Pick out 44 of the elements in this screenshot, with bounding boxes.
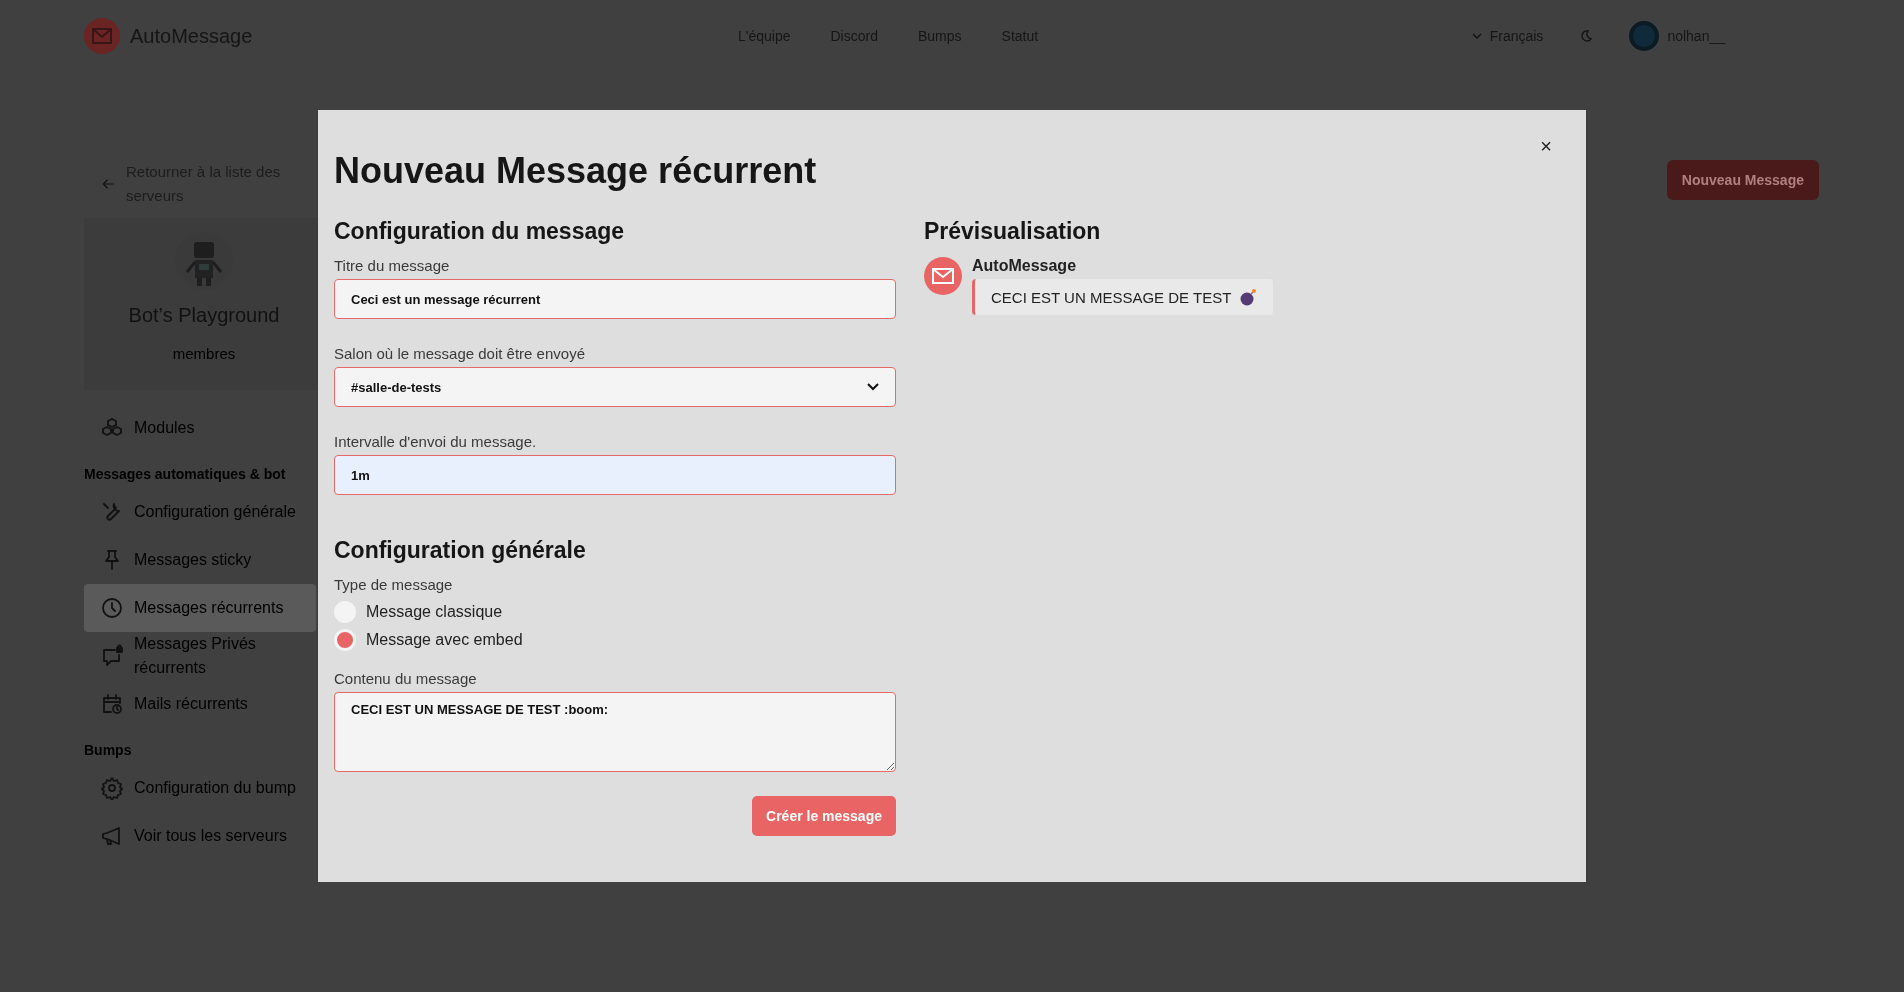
user-avatar: [1629, 21, 1660, 51]
chat-lock-icon: [100, 644, 124, 668]
input-field[interactable]: Ceci est un message récurrent: [334, 279, 896, 319]
sidebar-item[interactable]: Configuration du bump: [84, 764, 316, 812]
gear-icon: [100, 776, 124, 800]
bomb-icon: [1239, 288, 1258, 306]
create-message-button[interactable]: Créer le message: [752, 796, 896, 836]
chevron-down-icon: [1471, 33, 1482, 39]
select-field[interactable]: #salle-de-tests: [334, 367, 896, 407]
embed-text: CECI EST UN MESSAGE DE TEST: [991, 288, 1232, 306]
sidebar-item[interactable]: Messages sticky: [84, 536, 316, 584]
section-heading: Configuration du message: [334, 218, 626, 245]
envelope-avatar-icon: [924, 257, 962, 295]
moon-icon[interactable]: [1579, 29, 1594, 43]
input-field[interactable]: 1m: [334, 455, 896, 495]
member-count: membres: [172, 345, 236, 362]
sidebar-item[interactable]: Messages Privés récurrents: [84, 632, 316, 680]
section-heading: Prévisualisation: [924, 218, 1102, 245]
section-heading: Bumps: [84, 741, 133, 760]
chevron-down-icon: [867, 383, 879, 391]
field-label: Titre du message: [334, 257, 451, 274]
author-name: AutoMessage: [972, 257, 1078, 275]
calendar-clock-icon: [100, 692, 124, 716]
field-label: Type de message: [334, 576, 454, 593]
close-button[interactable]: ×: [1536, 136, 1556, 156]
field-label: Salon où le message doit être envoyé: [334, 345, 586, 362]
field-label: Contenu du message: [334, 670, 478, 687]
radio-label: Message classique: [366, 603, 503, 621]
sidebar-item[interactable]: Configuration générale: [84, 488, 316, 536]
sidebar-item[interactable]: Mails récurrents: [84, 680, 316, 728]
clock-icon: [100, 596, 124, 620]
section-heading: Messages automatiques & bot: [84, 465, 287, 484]
field-label: Intervalle d'envoi du message.: [334, 433, 538, 450]
radio-button[interactable]: [334, 629, 356, 651]
section-heading: Configuration générale: [334, 537, 587, 564]
arrow-left-icon: [100, 176, 116, 192]
sidebar-item[interactable]: Voir tous les serveurs: [84, 812, 316, 860]
new-message-button[interactable]: Nouveau Message: [1666, 160, 1819, 200]
sidebar-item[interactable]: Modules: [84, 404, 316, 452]
message-textarea[interactable]: CECI EST UN MESSAGE DE TEST :boom:: [334, 692, 896, 772]
modal-title: Nouveau Message récurrent: [334, 150, 818, 192]
radio-label: Message avec embed: [366, 631, 523, 649]
envelope-logo-icon: [84, 18, 120, 54]
sidebar-item[interactable]: Messages récurrents: [84, 584, 316, 632]
